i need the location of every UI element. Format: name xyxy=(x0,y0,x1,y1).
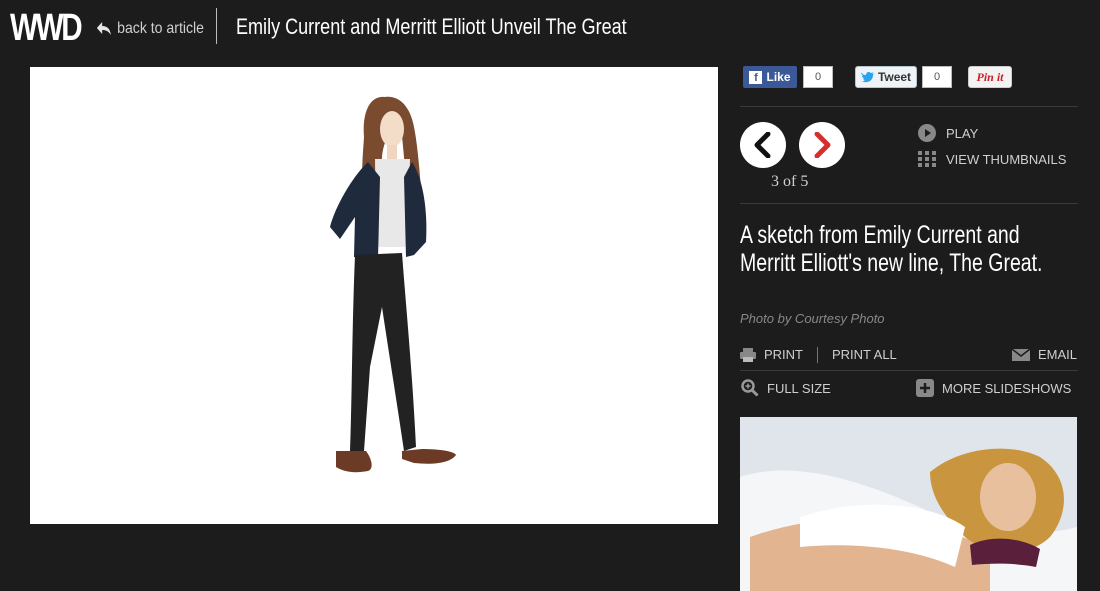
chevron-right-icon xyxy=(814,132,831,158)
print-all-button[interactable]: PRINT ALL xyxy=(832,347,897,362)
back-label: back to article xyxy=(117,20,204,37)
slideshow-title: Emily Current and Merritt Elliott Unveil… xyxy=(236,14,627,39)
back-arrow-icon xyxy=(96,22,111,35)
top-bar: WWD back to article Emily Current and Me… xyxy=(0,0,1100,60)
divider-2 xyxy=(740,203,1078,204)
more-slideshows-button[interactable]: MORE SLIDESHOWS xyxy=(916,379,1071,397)
play-button[interactable]: PLAY xyxy=(918,124,978,142)
wwd-logo[interactable]: WWD xyxy=(10,8,83,48)
slide-image[interactable] xyxy=(30,67,718,524)
play-icon xyxy=(918,124,936,142)
model-photo xyxy=(740,417,1077,591)
twitter-bird-icon xyxy=(860,71,874,83)
play-label: PLAY xyxy=(946,125,979,141)
slide-caption: A sketch from Emily Current and Merritt … xyxy=(740,221,1043,277)
grid-icon xyxy=(918,151,936,167)
social-buttons: f Like 0 Tweet 0 Pin it xyxy=(740,66,1078,90)
next-slide-button[interactable] xyxy=(799,122,845,168)
email-label: EMAIL xyxy=(1038,347,1078,362)
divider-3 xyxy=(740,370,1078,371)
tweet-count: 0 xyxy=(922,66,952,88)
fashion-sketch xyxy=(330,96,456,473)
plus-icon xyxy=(916,379,934,397)
previous-slide-button[interactable] xyxy=(740,122,786,168)
view-thumbnails-button[interactable]: VIEW THUMBNAILS xyxy=(918,151,1066,167)
divider-1 xyxy=(740,106,1078,107)
view-thumbnails-label: VIEW THUMBNAILS xyxy=(946,151,1067,167)
envelope-icon xyxy=(1012,348,1030,361)
print-button[interactable]: PRINT xyxy=(740,347,803,362)
print-label: PRINT xyxy=(764,347,803,362)
print-separator xyxy=(817,347,818,363)
like-label: Like xyxy=(766,70,791,84)
email-button[interactable]: EMAIL xyxy=(1012,347,1077,362)
print-all-label: PRINT ALL xyxy=(832,347,897,362)
like-count: 0 xyxy=(803,66,833,88)
full-size-button[interactable]: FULL SIZE xyxy=(741,379,831,397)
header-divider xyxy=(216,8,217,44)
chevron-left-icon xyxy=(754,132,771,158)
more-slideshows-label: MORE SLIDESHOWS xyxy=(942,380,1072,396)
tweet-button[interactable]: Tweet xyxy=(855,66,917,88)
related-slideshow-thumbnail[interactable] xyxy=(740,417,1077,591)
full-size-label: FULL SIZE xyxy=(767,380,831,396)
tweet-label: Tweet xyxy=(877,70,912,84)
slide-counter: 3 of 5 xyxy=(771,173,809,190)
pin-it-button[interactable]: Pin it xyxy=(968,66,1012,88)
photo-credit: Photo by Courtesy Photo xyxy=(740,311,885,326)
facebook-icon: f xyxy=(749,70,763,84)
facebook-like-button[interactable]: f Like xyxy=(743,66,797,88)
printer-icon xyxy=(740,347,756,362)
magnifier-icon xyxy=(741,379,759,397)
back-to-article-link[interactable]: back to article xyxy=(96,16,204,42)
